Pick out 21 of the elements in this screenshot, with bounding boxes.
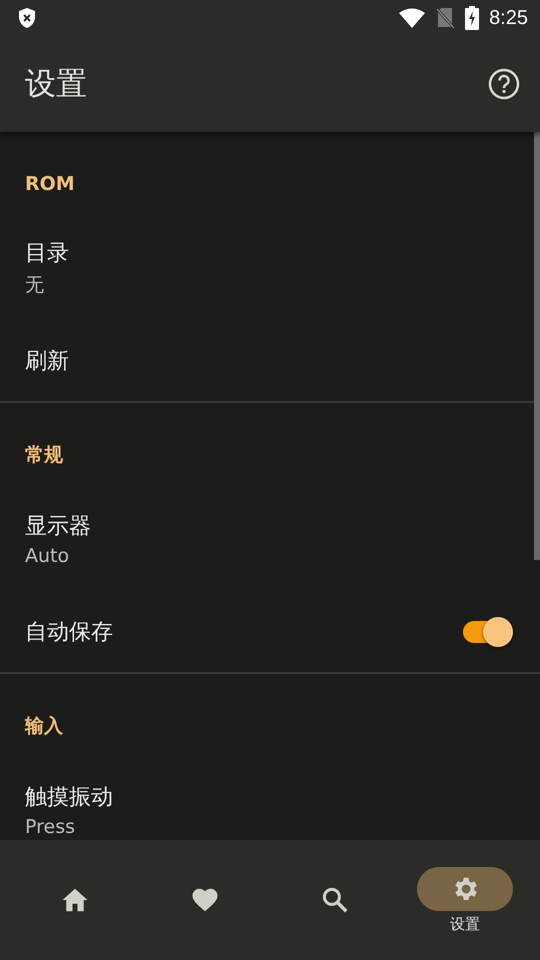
toggle-switch[interactable] [461, 616, 515, 648]
setting-title[interactable]: 目录 [25, 238, 515, 268]
setting-title[interactable]: 刷新 [25, 346, 515, 376]
search-icon [320, 885, 350, 915]
battery-charging-icon [465, 6, 480, 30]
help-icon[interactable] [488, 68, 520, 100]
setting-summary: Press [25, 816, 76, 838]
clock: 8:25 [489, 6, 528, 30]
no-sim-icon [435, 7, 456, 29]
setting-summary: Auto [25, 545, 70, 567]
setting-title[interactable]: 触摸振动 [25, 782, 515, 812]
setting-title[interactable]: 自动保存 [25, 616, 461, 646]
shield-icon [17, 7, 37, 29]
section-header: ROM [24, 172, 76, 197]
nav-tab[interactable]: 设置 [400, 866, 530, 934]
section-header: 输入 [24, 714, 64, 739]
wifi-icon [399, 8, 426, 28]
setting-summary: 无 [25, 273, 45, 298]
page-title: 设置 [25, 65, 88, 104]
section-header: 常规 [24, 443, 64, 468]
setting-title[interactable]: 显示器 [25, 511, 515, 541]
